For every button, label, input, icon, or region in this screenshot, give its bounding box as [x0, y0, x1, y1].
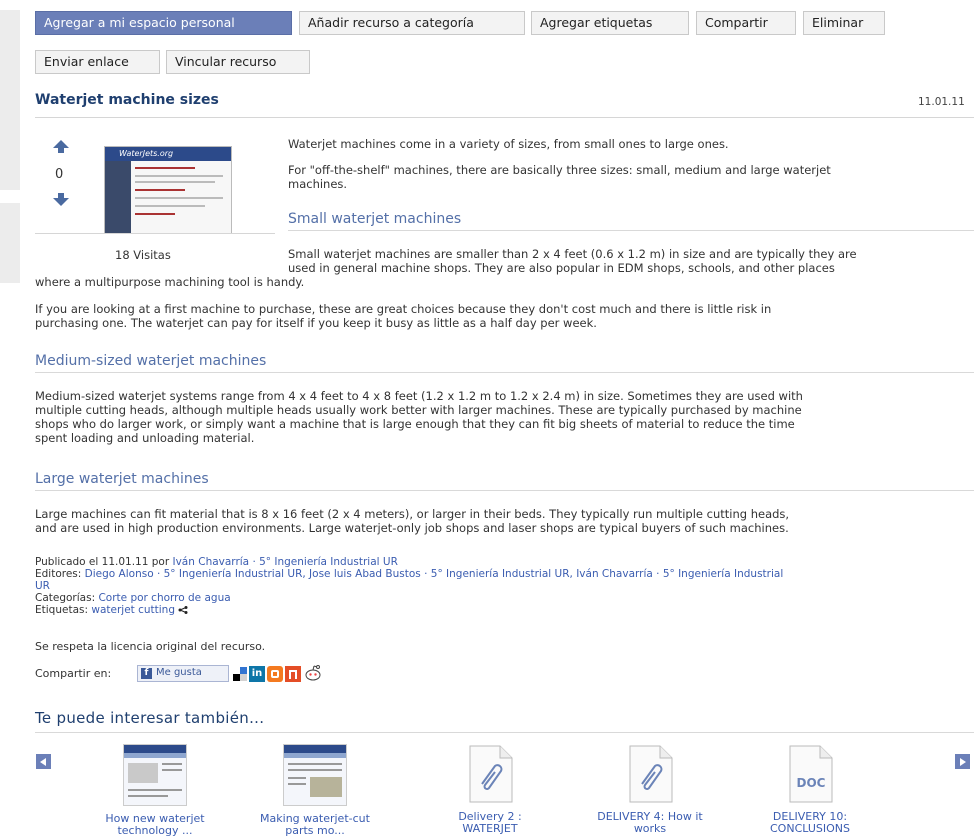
intro-paragraph: Waterjet machines come in a variety of s… — [288, 137, 729, 151]
heading-large-machines: Large waterjet machines — [35, 471, 209, 487]
add-to-personal-space-button[interactable]: Agregar a mi espacio personal — [35, 11, 292, 35]
thumbnail-banner-text: WaterJets.org — [119, 149, 174, 158]
share-row: Compartir en: — [35, 666, 111, 682]
small-paragraph-line3: where a multipurpose machining tool is h… — [35, 275, 305, 289]
related-item[interactable]: DELIVERY 4: How it works — [585, 744, 715, 834]
related-item[interactable]: DOC DELIVERY 10: CONCLUSIONS — [745, 744, 875, 834]
related-label[interactable]: Making waterjet-cut parts mo... — [250, 813, 380, 836]
share-label: Compartir en: — [35, 667, 112, 680]
vote-count: 0 — [55, 167, 64, 182]
like-label: Me gusta — [156, 667, 202, 678]
attachment-file-icon — [625, 744, 675, 804]
categories-line: Categorías: Corte por chorro de agua — [35, 592, 231, 605]
related-thumbnail — [123, 744, 187, 806]
related-item[interactable]: Making waterjet-cut parts mo... — [250, 744, 380, 836]
title-divider — [35, 117, 974, 118]
facebook-icon: f — [141, 668, 152, 679]
small-paragraph-line2: used in general machine shops. They are … — [288, 261, 835, 275]
delete-button[interactable]: Eliminar — [803, 11, 885, 35]
reddit-icon[interactable] — [304, 664, 322, 682]
author-link[interactable]: Iván Chavarría — [173, 556, 250, 568]
delicious-icon[interactable] — [233, 667, 247, 681]
resource-date: 11.01.11 — [918, 96, 965, 108]
section-divider — [35, 372, 974, 373]
carousel-next-button[interactable] — [955, 754, 970, 769]
related-label[interactable]: How new waterjet technology ... — [90, 813, 220, 836]
editors-links[interactable]: Diego Alonso · 5° Ingeniería Industrial … — [85, 568, 784, 580]
linkedin-icon[interactable]: in — [249, 666, 265, 682]
doc-file-icon: DOC — [785, 744, 835, 804]
meneame-icon[interactable] — [285, 666, 301, 682]
categories-label: Categorías: — [35, 592, 96, 604]
published-prefix: Publicado el 11.01.11 por — [35, 556, 170, 568]
facebook-like-button[interactable]: f Me gusta — [137, 665, 229, 682]
heading-medium-machines: Medium-sized waterjet machines — [35, 353, 267, 369]
first-machine-paragraph-line1: If you are looking at a first machine to… — [35, 302, 772, 316]
related-divider — [35, 732, 974, 733]
medium-paragraph-line4: spent loading and unloading material. — [35, 431, 255, 445]
heading-small-machines: Small waterjet machines — [288, 211, 462, 227]
related-item[interactable]: How new waterjet technology ... — [90, 744, 220, 836]
license-text: Se respeta la licencia original del recu… — [35, 640, 266, 653]
tag-link[interactable]: waterjet cutting — [91, 604, 175, 616]
sizes-paragraph-line2: machines. — [288, 177, 348, 191]
blogger-icon[interactable] — [267, 666, 283, 682]
editors-label: Editores: — [35, 568, 82, 580]
related-thumbnail — [283, 744, 347, 806]
send-link-button[interactable]: Enviar enlace — [35, 50, 160, 74]
share-button[interactable]: Compartir — [696, 11, 796, 35]
left-sidebar-strip — [0, 203, 20, 283]
add-tags-button[interactable]: Agregar etiquetas — [531, 11, 689, 35]
editors-links-continued[interactable]: UR — [35, 580, 50, 592]
first-machine-paragraph-line2: purchasing one. The waterjet can pay for… — [35, 316, 597, 330]
related-item[interactable]: Delivery 2 : WATERJET — [425, 744, 555, 834]
published-line: Publicado el 11.01.11 por Iván Chavarría… — [35, 556, 398, 569]
doc-badge: DOC — [796, 776, 826, 790]
large-paragraph-line1: Large machines can fit material that is … — [35, 507, 790, 521]
resource-thumbnail[interactable]: WaterJets.org — [104, 146, 232, 234]
chevron-right-icon — [960, 758, 966, 766]
author-group: · 5° Ingeniería Industrial UR — [249, 556, 398, 568]
medium-paragraph-line2: multiple cutting heads, although multipl… — [35, 403, 802, 417]
large-paragraph-line2: and are used in high production environm… — [35, 521, 789, 535]
small-paragraph-line1: Small waterjet machines are smaller than… — [288, 247, 857, 261]
visit-count: 18 Visitas — [115, 248, 171, 262]
tags-line: Etiquetas: waterjet cutting — [35, 604, 188, 617]
sizes-paragraph-line1: For "off-the-shelf" machines, there are … — [288, 163, 831, 177]
thumbnail-divider — [35, 233, 275, 234]
add-to-category-button[interactable]: Añadir recurso a categoría — [299, 11, 525, 35]
medium-paragraph-line1: Medium-sized waterjet systems range from… — [35, 389, 803, 403]
medium-paragraph-line3: shops who do larger work, or simply want… — [35, 417, 795, 431]
chevron-left-icon — [40, 758, 46, 766]
related-label[interactable]: DELIVERY 10: CONCLUSIONS — [745, 811, 875, 834]
related-title: Te puede interesar también... — [35, 709, 265, 727]
related-label[interactable]: DELIVERY 4: How it works — [585, 811, 715, 834]
section-divider — [35, 490, 974, 491]
attachment-file-icon — [465, 744, 515, 804]
tags-label: Etiquetas: — [35, 604, 89, 616]
resource-title[interactable]: Waterjet machine sizes — [35, 92, 219, 108]
section-divider — [288, 230, 974, 231]
related-label[interactable]: Delivery 2 : WATERJET — [425, 811, 555, 834]
category-link[interactable]: Corte por chorro de agua — [98, 592, 230, 604]
share-tag-icon[interactable] — [178, 606, 188, 614]
carousel-prev-button[interactable] — [36, 754, 51, 769]
left-sidebar-strip — [0, 10, 20, 190]
link-resource-button[interactable]: Vincular recurso — [166, 50, 310, 74]
editors-line2: UR — [35, 580, 50, 593]
editors-line: Editores: Diego Alonso · 5° Ingeniería I… — [35, 568, 784, 581]
